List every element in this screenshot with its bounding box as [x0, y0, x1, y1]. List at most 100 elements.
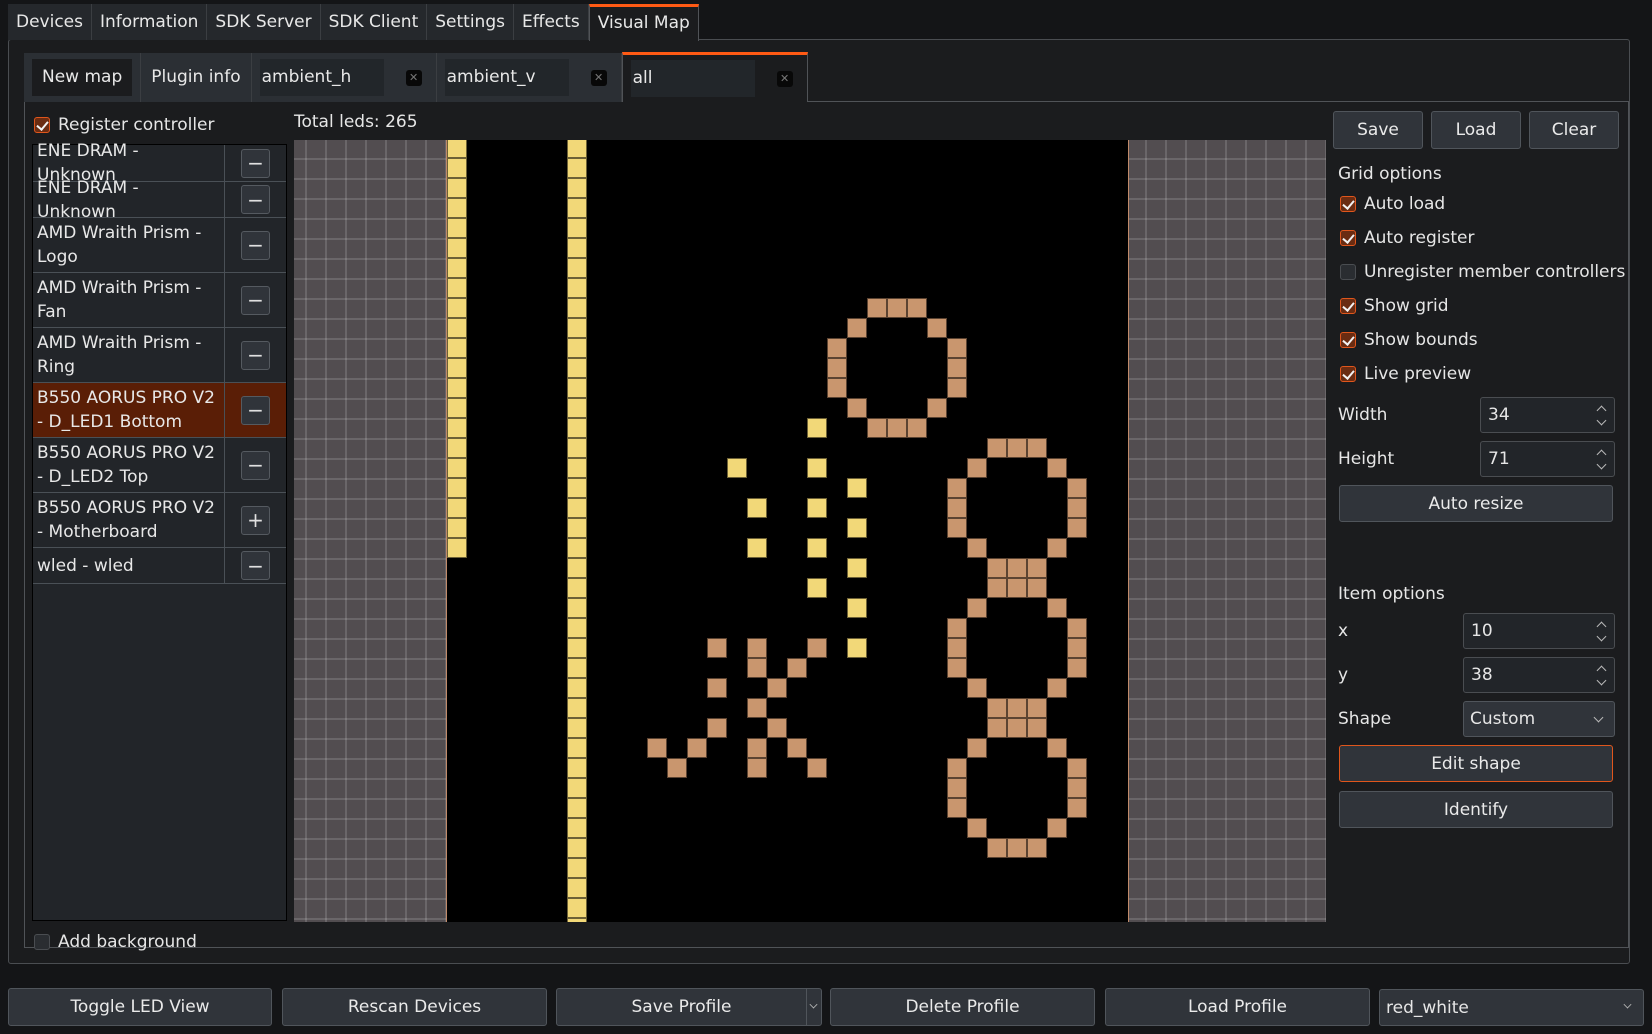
- live-preview-checkbox[interactable]: Live preview: [1340, 364, 1471, 384]
- list-item[interactable]: B550 AORUS PRO V2 - Motherboard +: [33, 493, 286, 548]
- unregister-member-controllers-checkbox[interactable]: Unregister member controllers: [1340, 262, 1625, 282]
- show-grid-checkbox[interactable]: Show grid: [1340, 296, 1449, 316]
- led[interactable]: [1007, 438, 1027, 458]
- led-selected[interactable]: [447, 318, 467, 338]
- led[interactable]: [827, 378, 847, 398]
- led[interactable]: [807, 758, 827, 778]
- led-selected[interactable]: [567, 298, 587, 318]
- led[interactable]: [947, 778, 967, 798]
- led[interactable]: [867, 298, 887, 318]
- led[interactable]: [967, 458, 987, 478]
- chevron-up-icon[interactable]: [1596, 621, 1607, 632]
- led[interactable]: [867, 418, 887, 438]
- led-selected[interactable]: [447, 538, 467, 558]
- led[interactable]: [747, 638, 767, 658]
- led-selected[interactable]: [447, 338, 467, 358]
- list-item[interactable]: B550 AORUS PRO V2 - D_LED2 Top −: [33, 438, 286, 493]
- chevron-down-icon[interactable]: [809, 1000, 818, 1009]
- list-item[interactable]: ENE DRAM - Unknown −: [33, 178, 286, 222]
- led-selected[interactable]: [447, 158, 467, 178]
- load-profile-button[interactable]: Load Profile: [1105, 988, 1370, 1026]
- tab-new-map[interactable]: New map: [24, 53, 142, 102]
- led[interactable]: [1027, 438, 1047, 458]
- led[interactable]: [947, 358, 967, 378]
- led-selected[interactable]: [567, 598, 587, 618]
- led[interactable]: [947, 798, 967, 818]
- led[interactable]: [1027, 578, 1047, 598]
- led-selected[interactable]: [567, 458, 587, 478]
- led-selected[interactable]: [447, 218, 467, 238]
- map-name-field[interactable]: ambient_v: [444, 59, 569, 96]
- height-spinbox[interactable]: 71: [1480, 441, 1615, 477]
- led[interactable]: [1067, 758, 1087, 778]
- led[interactable]: [1067, 638, 1087, 658]
- led-selected[interactable]: [567, 358, 587, 378]
- led[interactable]: [887, 298, 907, 318]
- led-selected[interactable]: [807, 538, 827, 558]
- led-selected[interactable]: [567, 898, 587, 918]
- y-spinbox[interactable]: 38: [1463, 657, 1615, 693]
- tab-visual-map[interactable]: Visual Map: [588, 4, 699, 41]
- tab-settings[interactable]: Settings: [427, 4, 514, 40]
- add-background-checkbox[interactable]: Add background: [34, 930, 197, 954]
- toggle-led-view-button[interactable]: Toggle LED View: [8, 988, 272, 1026]
- edit-shape-button[interactable]: Edit shape: [1339, 745, 1613, 782]
- led-selected[interactable]: [807, 578, 827, 598]
- show-bounds-checkbox[interactable]: Show bounds: [1340, 330, 1478, 350]
- register-controller-checkbox[interactable]: Register controller: [34, 113, 215, 137]
- led-selected[interactable]: [807, 418, 827, 438]
- led[interactable]: [747, 698, 767, 718]
- chevron-up-icon[interactable]: [1596, 449, 1607, 460]
- led[interactable]: [987, 438, 1007, 458]
- led[interactable]: [1007, 698, 1027, 718]
- remove-button[interactable]: −: [241, 185, 270, 214]
- led-selected[interactable]: [567, 718, 587, 738]
- clear-button[interactable]: Clear: [1529, 111, 1619, 149]
- led[interactable]: [687, 738, 707, 758]
- led[interactable]: [1007, 838, 1027, 858]
- led[interactable]: [1007, 578, 1027, 598]
- led[interactable]: [987, 578, 1007, 598]
- led-selected[interactable]: [567, 418, 587, 438]
- led-selected[interactable]: [747, 498, 767, 518]
- led[interactable]: [927, 318, 947, 338]
- led-selected[interactable]: [567, 398, 587, 418]
- auto-register-checkbox[interactable]: Auto register: [1340, 228, 1474, 248]
- auto-resize-button[interactable]: Auto resize: [1339, 485, 1613, 522]
- led[interactable]: [827, 338, 847, 358]
- led-selected[interactable]: [847, 518, 867, 538]
- led-selected[interactable]: [447, 518, 467, 538]
- tab-devices[interactable]: Devices: [8, 4, 92, 40]
- led-selected[interactable]: [447, 258, 467, 278]
- led[interactable]: [947, 658, 967, 678]
- led-selected[interactable]: [567, 678, 587, 698]
- led-selected[interactable]: [847, 638, 867, 658]
- led[interactable]: [667, 758, 687, 778]
- delete-profile-button[interactable]: Delete Profile: [830, 988, 1095, 1026]
- led-selected[interactable]: [847, 478, 867, 498]
- led-selected[interactable]: [567, 378, 587, 398]
- led-selected[interactable]: [447, 458, 467, 478]
- led[interactable]: [747, 738, 767, 758]
- led[interactable]: [707, 678, 727, 698]
- led[interactable]: [1007, 718, 1027, 738]
- led[interactable]: [1047, 538, 1067, 558]
- led[interactable]: [1047, 678, 1067, 698]
- led-selected[interactable]: [567, 578, 587, 598]
- close-icon[interactable]: ✕: [590, 69, 607, 86]
- led[interactable]: [1027, 558, 1047, 578]
- led[interactable]: [647, 738, 667, 758]
- spin-arrows[interactable]: [1596, 663, 1608, 689]
- load-button[interactable]: Load: [1431, 111, 1521, 149]
- spin-arrows[interactable]: [1596, 403, 1608, 429]
- led[interactable]: [947, 638, 967, 658]
- tab-plugin-info[interactable]: Plugin info: [141, 53, 252, 102]
- led-selected[interactable]: [447, 378, 467, 398]
- led[interactable]: [1027, 838, 1047, 858]
- led-selected[interactable]: [447, 278, 467, 298]
- remove-button[interactable]: −: [241, 395, 270, 425]
- led[interactable]: [967, 678, 987, 698]
- led-selected[interactable]: [567, 278, 587, 298]
- list-item[interactable]: AMD Wraith Prism - Fan −: [33, 273, 286, 328]
- led-selected[interactable]: [447, 178, 467, 198]
